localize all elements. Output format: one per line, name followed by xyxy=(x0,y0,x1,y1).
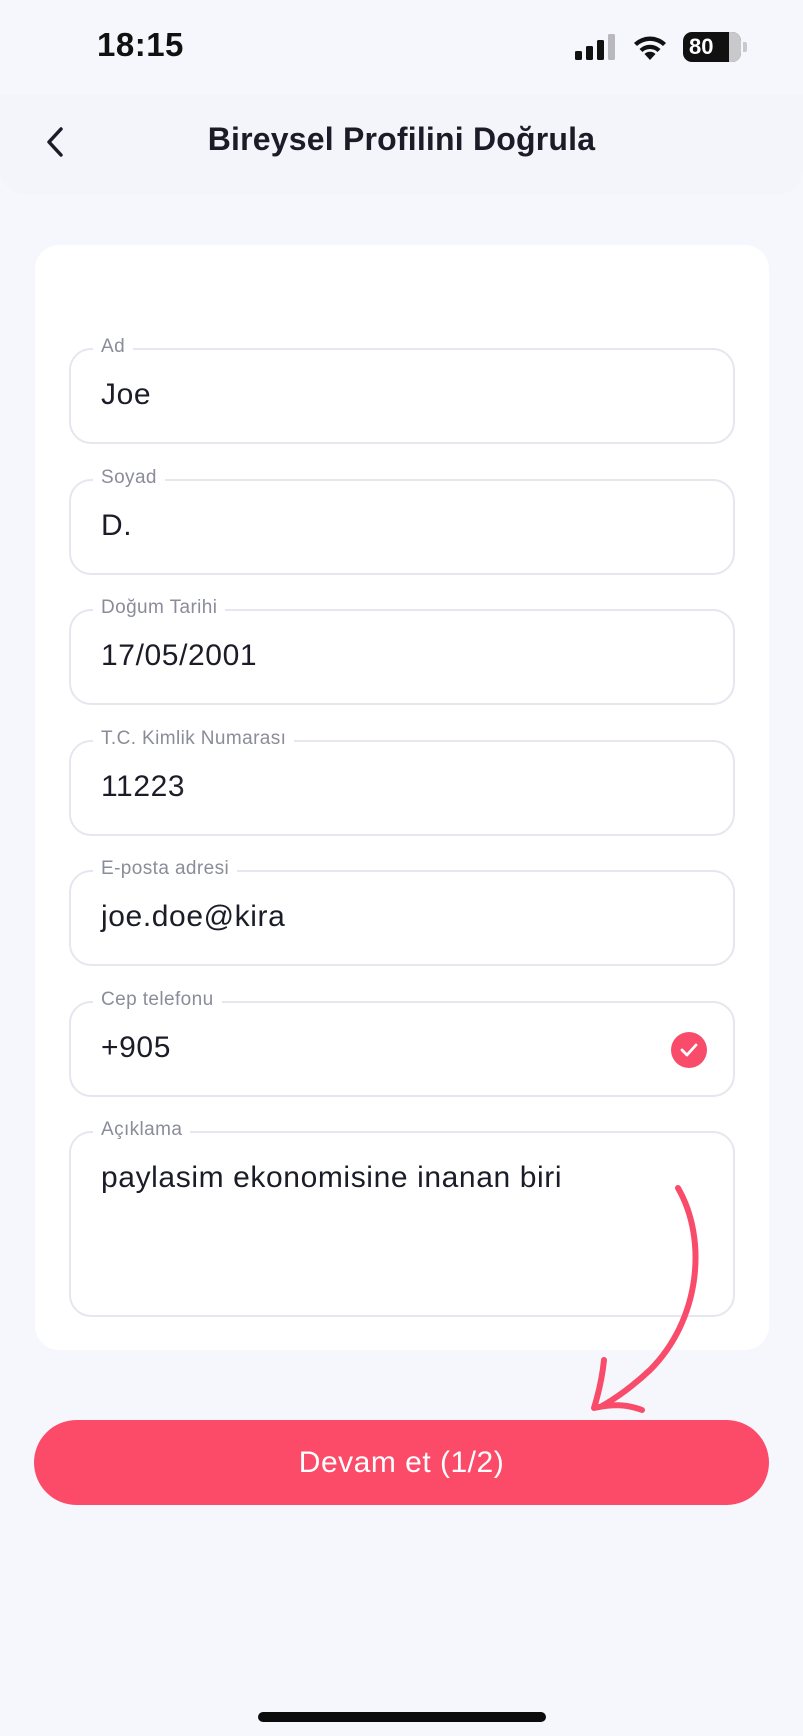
last-name-field[interactable]: Soyad D. xyxy=(69,467,735,575)
last-name-value: D. xyxy=(101,509,133,542)
verified-check-icon xyxy=(671,1032,707,1068)
email-label: E-posta adresi xyxy=(93,858,238,880)
email-value: joe.doe@kira xyxy=(101,900,286,933)
phone-field[interactable]: Cep telefonu +905 xyxy=(69,989,735,1097)
redaction-blur xyxy=(191,764,401,814)
screen: 18:15 80 Bireysel Profilini Doğrula Ad J… xyxy=(0,0,803,1736)
national-id-value: 11223 xyxy=(101,770,186,803)
status-icons: 80 xyxy=(575,32,747,62)
first-name-field[interactable]: Ad Joe xyxy=(69,336,735,444)
phone-label: Cep telefonu xyxy=(93,989,222,1011)
continue-button[interactable]: Devam et (1/2) xyxy=(34,1420,769,1505)
birth-date-field[interactable]: Doğum Tarihi 17/05/2001 xyxy=(69,597,735,705)
description-value: paylasim ekonomisine inanan biri xyxy=(101,1161,563,1194)
battery-icon: 80 xyxy=(683,32,747,62)
wifi-icon xyxy=(634,36,666,60)
battery-tip xyxy=(743,42,747,52)
birth-date-label: Doğum Tarihi xyxy=(93,597,226,619)
battery-empty-segment xyxy=(729,32,741,62)
annotation-arrow-icon xyxy=(591,1185,699,1413)
national-id-field[interactable]: T.C. Kimlik Numarası 11223 xyxy=(69,728,735,836)
header: Bireysel Profilini Doğrula xyxy=(0,95,803,195)
redaction-blur xyxy=(196,1025,376,1075)
last-name-label: Soyad xyxy=(93,467,165,489)
email-field[interactable]: E-posta adresi joe.doe@kira xyxy=(69,858,735,966)
status-time: 18:15 xyxy=(97,26,184,63)
status-bar: 18:15 80 xyxy=(0,0,803,100)
redaction-blur xyxy=(306,894,506,944)
signal-icon xyxy=(575,34,615,60)
birth-date-value: 17/05/2001 xyxy=(101,639,258,672)
phone-value: +905 xyxy=(101,1031,171,1064)
home-indicator xyxy=(258,1712,546,1722)
page-title: Bireysel Profilini Doğrula xyxy=(207,121,596,157)
national-id-label: T.C. Kimlik Numarası xyxy=(93,728,295,750)
first-name-label: Ad xyxy=(93,336,134,358)
first-name-value: Joe xyxy=(101,378,152,411)
battery-level: 80 xyxy=(689,34,714,59)
description-label: Açıklama xyxy=(93,1119,191,1141)
